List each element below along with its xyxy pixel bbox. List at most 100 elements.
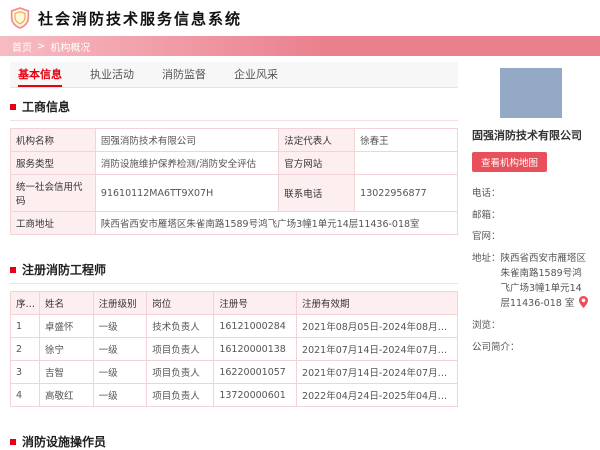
table-cell: 卓盛怀 xyxy=(39,314,94,338)
table-header-row: 序号 姓名 注册级别 岗位 注册号 注册有效期 xyxy=(9,291,458,315)
engineers-section: 注册消防工程师 序号 姓名 注册级别 岗位 注册号 注册有效期 1 卓盛怀 一级 技术负责人 161… xyxy=(9,261,458,407)
engineers-section-title: 注册消防工程师 xyxy=(22,263,107,277)
main-layout: 基本信息 执业活动 消防监督 企业风采 工商信息 机构名称 固强消防技术有限公司法… xyxy=(0,56,600,450)
company-logo xyxy=(500,68,562,118)
table-cell: 3 xyxy=(9,360,41,384)
table-cell: 项目负责人 xyxy=(146,337,215,361)
table-row: 机构名称 固强消防技术有限公司 法定代表人 徐春王 xyxy=(10,128,458,152)
table-cell: 16121000284 xyxy=(213,314,298,338)
column-header: 序号 xyxy=(9,291,41,315)
table-row: 2 徐宁 一级 项目负责人 16120000138 2021年07月14日-2024年07… xyxy=(9,337,458,361)
section-bullet-icon xyxy=(10,438,16,445)
breadcrumb-current: 机构概况 xyxy=(50,42,91,54)
views-label: 浏览： xyxy=(472,319,501,331)
column-header: 岗位 xyxy=(146,291,215,315)
table-cell: 固强消防技术有限公司 xyxy=(94,128,280,152)
company-profile-field: 公司简介： xyxy=(472,341,590,356)
email-field: 邮箱： xyxy=(472,209,590,224)
table-cell: 2022年04月24日-2025年04月24日 xyxy=(296,383,458,407)
table-cell: 2021年07月14日-2024年07月14日 xyxy=(296,360,458,384)
business-info-table: 机构名称 固强消防技术有限公司 法定代表人 徐春王 服务类型 消防设施维护保养检测/消防安… xyxy=(10,128,459,235)
table-cell: 徐宁 xyxy=(39,337,94,361)
table-cell: 消防设施维护保养检测/消防安全评估 xyxy=(94,151,280,175)
address-field: 地址： 陕西省西安市雁塔区朱雀南路1589号鸿飞广场3幢1单元14层11436-… xyxy=(472,252,590,312)
table-cell: 16220001057 xyxy=(213,360,298,384)
website-label: 官网： xyxy=(472,231,501,243)
company-profile-label: 公司简介： xyxy=(472,341,520,353)
operators-section: 消防设施操作员 序号姓名职业资格证书证书编号职业资格创建日期1戴文强四级/中级技… xyxy=(10,433,458,450)
section-bullet-icon xyxy=(10,266,16,273)
email-label: 邮箱： xyxy=(472,209,501,221)
table-cell: 一级 xyxy=(92,383,148,407)
table-row: 工商地址 陕西省西安市雁塔区朱雀南路1589号鸿飞广场3幢1单元14层11436-… xyxy=(10,211,459,235)
business-info-section-header: 工商信息 xyxy=(10,98,458,121)
section-bullet-icon xyxy=(10,103,16,110)
map-pin-icon[interactable] xyxy=(579,296,589,309)
column-header: 注册号 xyxy=(213,291,298,315)
table-cell: 徐春王 xyxy=(354,128,458,152)
table-cell: 13720000601 xyxy=(213,383,298,407)
tab-fire-supervision[interactable]: 消防监督 xyxy=(162,62,206,87)
shield-logo-icon xyxy=(10,7,30,29)
table-cell: 16120000138 xyxy=(213,337,298,361)
operators-section-title: 消防设施操作员 xyxy=(22,435,107,449)
field-label-cell: 官方网站 xyxy=(278,151,356,175)
table-cell: 高敬红 xyxy=(39,383,94,407)
engineers-table: 序号 姓名 注册级别 岗位 注册号 注册有效期 1 卓盛怀 一级 技术负责人 16121000284… xyxy=(9,291,458,407)
table-row: 4 高敬红 一级 项目负责人 13720000601 2022年04月24日-2025年0… xyxy=(9,383,458,407)
table-cell: 陕西省西安市雁塔区朱雀南路1589号鸿飞广场3幢1单元14层11436-018室 xyxy=(94,211,459,235)
breadcrumb-home[interactable]: 首页 xyxy=(12,39,32,54)
tab-practice-activities[interactable]: 执业活动 xyxy=(90,62,134,87)
column-header: 姓名 xyxy=(39,291,94,315)
phone-label: 电话： xyxy=(472,187,501,199)
column-header: 注册级别 xyxy=(92,291,148,315)
table-cell: 4 xyxy=(9,383,41,407)
company-name: 固强消防技术有限公司 xyxy=(472,129,582,142)
table-cell: 91610112MA6TT9X07H xyxy=(94,174,280,212)
table-cell: 项目负责人 xyxy=(146,383,215,407)
table-cell xyxy=(354,151,458,175)
operators-section-header: 消防设施操作员 xyxy=(10,433,458,450)
table-cell: 项目负责人 xyxy=(146,360,215,384)
field-label-cell: 统一社会信用代码 xyxy=(10,174,96,212)
engineers-section-header: 注册消防工程师 xyxy=(10,261,458,284)
sidebar: 固强消防技术有限公司 查看机构地图 电话： 邮箱： 官网： 地址： 陕西省西安市… xyxy=(472,62,590,355)
address-label: 地址： xyxy=(472,253,501,265)
table-row: 服务类型 消防设施维护保养检测/消防安全评估 官方网站 xyxy=(10,151,458,175)
field-label-cell: 法定代表人 xyxy=(278,128,356,152)
business-info-section-title: 工商信息 xyxy=(22,100,71,114)
breadcrumb: 首页 > 机构概况 xyxy=(0,36,600,56)
column-header: 注册有效期 xyxy=(296,291,458,315)
main-content: 基本信息 执业活动 消防监督 企业风采 工商信息 机构名称 固强消防技术有限公司法… xyxy=(9,62,459,450)
breadcrumb-separator: > xyxy=(37,40,46,52)
table-cell: 13022956877 xyxy=(354,174,458,212)
field-label-cell: 服务类型 xyxy=(10,151,96,175)
table-cell: 一级 xyxy=(92,360,148,384)
table-cell: 一级 xyxy=(92,314,148,338)
table-cell: 1 xyxy=(9,314,41,338)
table-cell: 2 xyxy=(9,337,41,361)
table-cell: 2021年07月14日-2024年07月14日 xyxy=(296,337,458,361)
field-label-cell: 机构名称 xyxy=(10,128,96,152)
app-title: 社会消防技术服务信息系统 xyxy=(38,9,243,28)
address-value: 陕西省西安市雁塔区朱雀南路1589号鸿飞广场3幢1单元14层11436-018 … xyxy=(501,252,590,312)
view-map-button[interactable]: 查看机构地图 xyxy=(472,151,548,172)
phone-field: 电话： xyxy=(472,187,590,202)
address-text: 陕西省西安市雁塔区朱雀南路1589号鸿飞广场3幢1单元14层11436-018 … xyxy=(500,253,587,310)
table-cell: 技术负责人 xyxy=(146,314,215,338)
table-row: 统一社会信用代码 91610112MA6TT9X07H 联系电话 1302295687… xyxy=(10,174,458,212)
table-cell: 一级 xyxy=(92,337,148,361)
field-label-cell: 联系电话 xyxy=(278,174,356,212)
table-cell: 2021年08月05日-2024年08月05日 xyxy=(296,314,458,338)
app-header: 社会消防技术服务信息系统 xyxy=(0,0,600,36)
tab-basic-info[interactable]: 基本信息 xyxy=(18,62,62,87)
tab-bar: 基本信息 执业活动 消防监督 企业风采 xyxy=(10,62,458,88)
table-cell: 吉智 xyxy=(39,360,94,384)
table-row: 3 吉智 一级 项目负责人 16220001057 2021年07月14日-2024年07… xyxy=(9,360,458,384)
website-field: 官网： xyxy=(472,230,590,245)
table-row: 1 卓盛怀 一级 技术负责人 16121000284 2021年08月05日-2024年0… xyxy=(9,314,458,338)
tab-company-gallery[interactable]: 企业风采 xyxy=(234,62,278,87)
field-label-cell: 工商地址 xyxy=(10,211,96,235)
views-field: 浏览： xyxy=(472,319,590,334)
business-info-section: 工商信息 机构名称 固强消防技术有限公司 法定代表人 徐春王 服务类型 消防设施维护保养检… xyxy=(10,98,459,235)
